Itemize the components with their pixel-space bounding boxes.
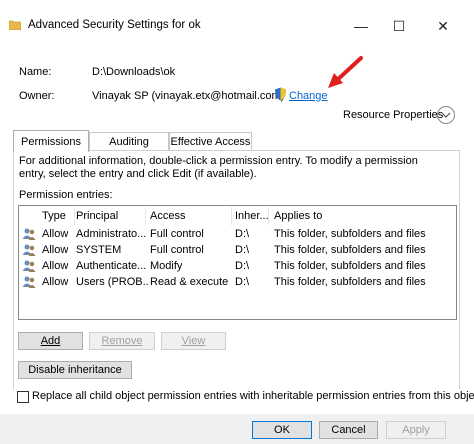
column-divider xyxy=(74,207,75,225)
resource-properties-expand-button[interactable] xyxy=(437,106,455,124)
permissions-info-text: For additional information, double-click… xyxy=(19,155,418,180)
column-divider xyxy=(231,207,232,225)
remove-button[interactable]: Remove xyxy=(89,332,155,350)
owner-label: Owner: xyxy=(19,90,55,102)
name-value: D:\Downloads\ok xyxy=(92,66,176,78)
disable-inheritance-label: Disable inheritance xyxy=(28,364,122,376)
row-type: Allow xyxy=(42,276,69,288)
row-principal: SYSTEM xyxy=(76,244,122,256)
close-button[interactable]: ✕ xyxy=(428,14,458,38)
maximize-button[interactable]: ☐ xyxy=(384,14,414,38)
tab-permissions-label: Permissions xyxy=(21,135,81,148)
table-row[interactable]: Allow Users (PROB... Read & execute D:\ … xyxy=(19,275,456,291)
row-access: Full control xyxy=(150,228,204,240)
row-type: Allow xyxy=(42,260,69,272)
minimize-button[interactable]: — xyxy=(346,14,376,38)
permission-entries-label: Permission entries: xyxy=(19,189,113,201)
row-inherited: D:\ xyxy=(235,244,250,256)
resource-properties-label[interactable]: Resource Properties xyxy=(343,109,443,121)
owner-value: Vinayak SP (vinayak.etx@hotmail.com) xyxy=(92,90,285,102)
users-icon xyxy=(22,228,36,240)
users-icon xyxy=(22,260,36,272)
row-access: Read & execute xyxy=(150,276,229,288)
disable-inheritance-button[interactable]: Disable inheritance xyxy=(18,361,132,379)
add-button-label: Add xyxy=(40,335,61,347)
tab-auditing-label: Auditing xyxy=(109,136,149,148)
users-icon xyxy=(22,276,36,288)
maximize-icon: ☐ xyxy=(392,17,406,34)
tab-permissions[interactable]: Permissions xyxy=(13,130,89,152)
view-button-label: View xyxy=(181,335,206,347)
table-row[interactable]: Allow Authenticate... Modify D:\ This fo… xyxy=(19,259,456,275)
row-applies-to: This folder, subfolders and files xyxy=(274,260,426,272)
chevron-down-icon xyxy=(441,112,451,118)
row-applies-to: This folder, subfolders and files xyxy=(274,228,426,240)
remove-button-label: Remove xyxy=(101,335,143,347)
column-header-principal[interactable]: Principal xyxy=(76,210,118,222)
tab-auditing[interactable]: Auditing xyxy=(89,132,169,151)
column-header-type[interactable]: Type xyxy=(42,210,66,222)
title-bar: Advanced Security Settings for ok — ☐ ✕ xyxy=(0,0,474,48)
row-applies-to: This folder, subfolders and files xyxy=(274,244,426,256)
row-type: Allow xyxy=(42,228,69,240)
row-principal: Authenticate... xyxy=(76,260,147,272)
row-inherited: D:\ xyxy=(235,228,250,240)
column-header-inherited[interactable]: Inher... xyxy=(235,210,269,222)
shield-icon xyxy=(275,87,286,101)
replace-child-permissions-label[interactable]: Replace all child object permission entr… xyxy=(32,390,474,402)
ok-button[interactable]: OK xyxy=(252,421,312,439)
apply-button[interactable]: Apply xyxy=(386,421,446,439)
row-access: Full control xyxy=(150,244,204,256)
permission-entries-list[interactable]: Type Principal Access Inher... Applies t… xyxy=(18,205,457,320)
ok-button-label: OK xyxy=(274,424,290,436)
tab-effective-access-label: Effective Access xyxy=(170,136,251,148)
column-divider xyxy=(268,207,269,225)
row-inherited: D:\ xyxy=(235,260,250,272)
close-icon: ✕ xyxy=(437,17,449,34)
row-applies-to: This folder, subfolders and files xyxy=(274,276,426,288)
folder-icon xyxy=(9,20,21,30)
users-icon xyxy=(22,244,36,256)
add-button[interactable]: Add xyxy=(18,332,83,350)
minimize-icon: — xyxy=(354,18,368,34)
column-header-applies-to[interactable]: Applies to xyxy=(274,210,322,222)
table-row[interactable]: Allow Administrato... Full control D:\ T… xyxy=(19,227,456,243)
view-button[interactable]: View xyxy=(161,332,226,350)
column-divider xyxy=(145,207,146,225)
red-arrow-icon xyxy=(328,56,363,88)
column-header-access[interactable]: Access xyxy=(150,210,185,222)
replace-child-permissions-checkbox[interactable] xyxy=(17,391,29,403)
table-row[interactable]: Allow SYSTEM Full control D:\ This folde… xyxy=(19,243,456,259)
row-type: Allow xyxy=(42,244,69,256)
tab-effective-access[interactable]: Effective Access xyxy=(169,132,252,151)
cancel-button[interactable]: Cancel xyxy=(319,421,378,439)
row-principal: Users (PROB... xyxy=(76,276,148,288)
row-access: Modify xyxy=(150,260,183,272)
apply-button-label: Apply xyxy=(402,424,430,436)
name-label: Name: xyxy=(19,66,52,78)
row-inherited: D:\ xyxy=(235,276,250,288)
cancel-button-label: Cancel xyxy=(331,424,366,436)
change-owner-link[interactable]: Change xyxy=(289,90,328,102)
row-principal: Administrato... xyxy=(76,228,147,240)
window-title: Advanced Security Settings for ok xyxy=(28,19,201,31)
